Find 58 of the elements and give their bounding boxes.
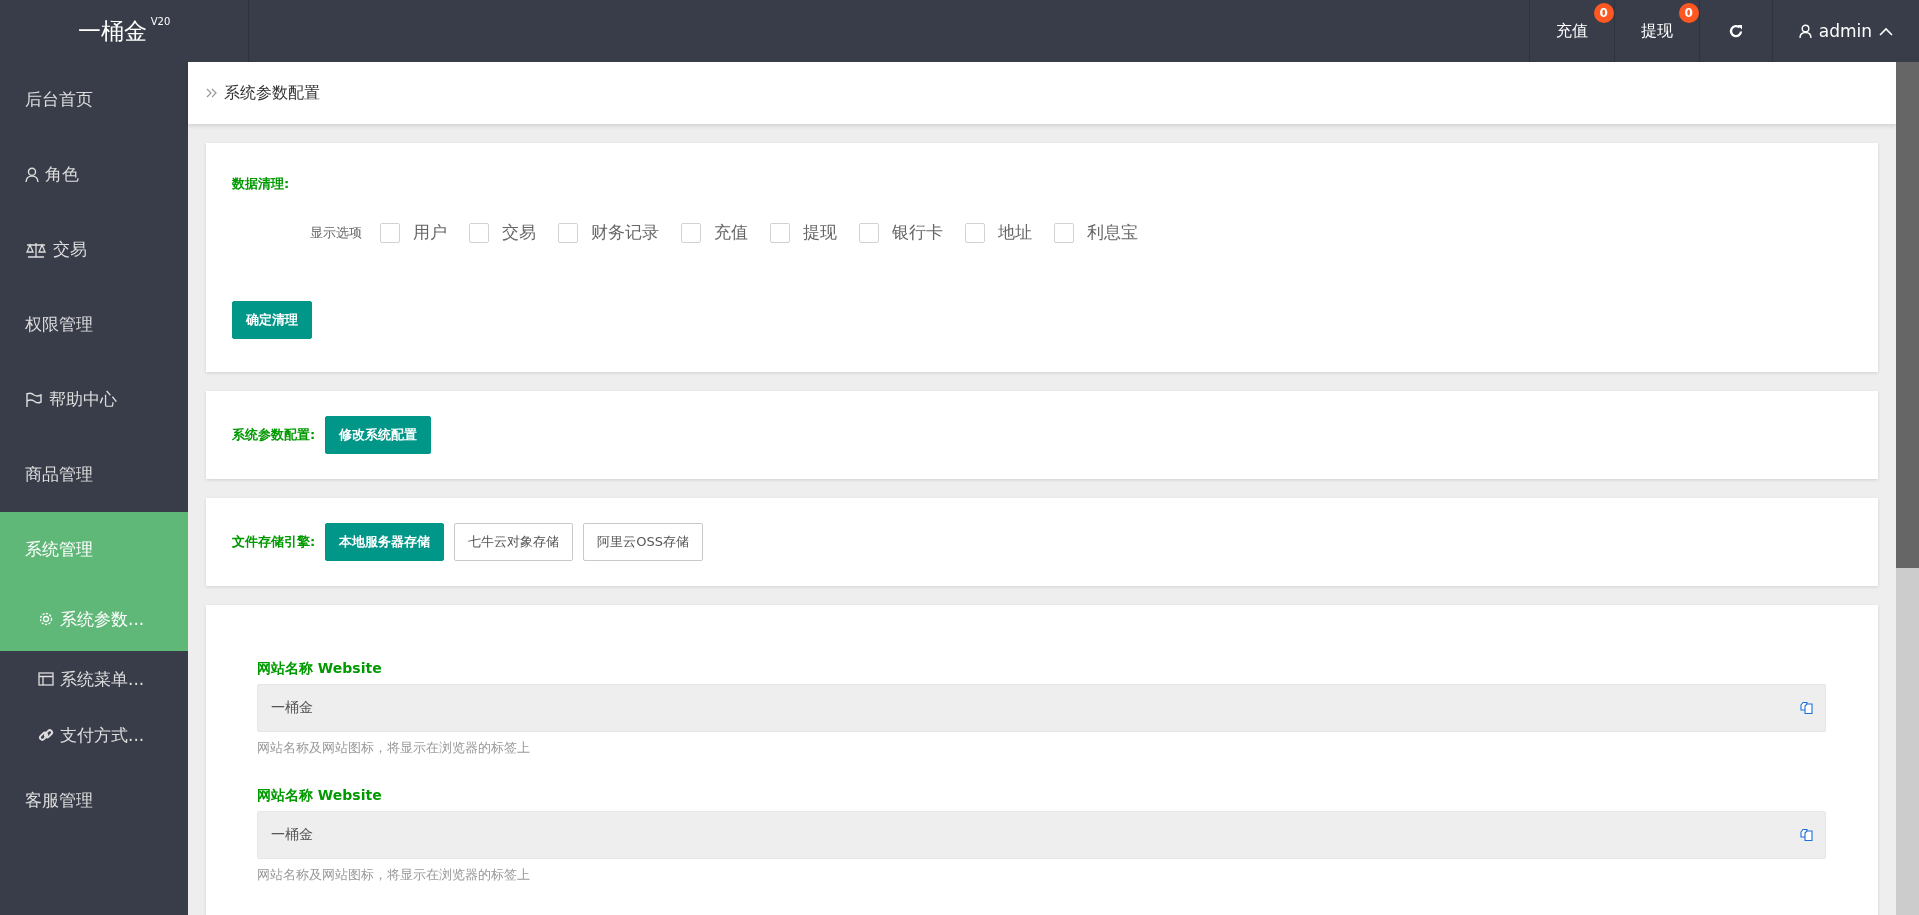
copy-icon[interactable] — [1800, 828, 1814, 842]
submenu-item[interactable]: 支付方式... — [0, 707, 188, 763]
storage-option-button[interactable]: 七牛云对象存储 — [454, 523, 574, 561]
copy-icon[interactable] — [1800, 701, 1814, 715]
checkbox[interactable] — [681, 222, 701, 243]
submenu-item[interactable]: 系统菜单... — [0, 651, 188, 707]
checkbox-label: 交易 — [502, 221, 536, 244]
sidebar-item[interactable]: 后台首页 — [0, 62, 188, 137]
count-badge: 0 — [1678, 3, 1699, 23]
field-label: 网站名称 Website — [257, 787, 383, 805]
user-icon — [1798, 24, 1812, 38]
user-icon — [25, 167, 39, 182]
checkbox[interactable] — [965, 222, 985, 243]
field-hint: 网站名称及网站图标，将显示在浏览器的标签上 — [257, 739, 531, 757]
sidebar-item[interactable]: 角色 — [0, 137, 188, 212]
checkbox-label: 财务记录 — [591, 221, 659, 244]
checkbox[interactable] — [770, 222, 790, 243]
window-icon — [38, 672, 54, 686]
confirm-clean-button[interactable]: 确定清理 — [232, 301, 312, 339]
sidebar-item[interactable]: 客服管理 — [0, 763, 188, 838]
checkbox[interactable] — [1054, 222, 1074, 243]
field-label: 网站名称 Website — [257, 660, 383, 678]
section-title: 系统参数配置: — [232, 426, 316, 444]
edit-config-button[interactable]: 修改系统配置 — [325, 416, 432, 454]
checkbox-label: 地址 — [998, 221, 1032, 244]
storage-option-button[interactable]: 阿里云OSS存储 — [583, 523, 703, 561]
section-title: 文件存储引擎: — [232, 533, 316, 551]
checkbox-label: 提现 — [803, 221, 837, 244]
checkbox[interactable] — [558, 222, 578, 243]
section-title: 数据清理: — [232, 175, 291, 193]
checkbox[interactable] — [380, 222, 400, 243]
checkbox-label: 银行卡 — [892, 221, 943, 244]
sidebar-item[interactable]: 商品管理 — [0, 437, 188, 512]
checkbox-label: 利息宝 — [1087, 221, 1138, 244]
sidebar-item[interactable]: 交易 — [0, 212, 188, 287]
checkbox-label: 充值 — [714, 221, 748, 244]
gear-icon — [38, 611, 54, 627]
flag-icon — [25, 391, 43, 408]
checkbox[interactable] — [859, 222, 879, 243]
version-label: V20 — [150, 16, 171, 27]
refresh-icon — [1727, 23, 1744, 39]
link-icon — [38, 727, 54, 743]
sidebar-item[interactable]: 权限管理 — [0, 287, 188, 362]
options-label: 显示选项 — [310, 223, 362, 242]
sidebar-item[interactable]: 帮助中心 — [0, 362, 188, 437]
double-chevron-icon — [206, 88, 218, 98]
logo-text: 一桶金 — [77, 16, 147, 46]
caret-icon — [1879, 26, 1893, 36]
count-badge: 0 — [1593, 3, 1614, 23]
input-field[interactable]: 一桶金 — [257, 684, 1826, 732]
field-hint: 网站名称及网站图标，将显示在浏览器的标签上 — [257, 866, 531, 884]
input-field[interactable]: 一桶金 — [257, 811, 1826, 859]
scrollbar[interactable] — [1896, 62, 1919, 915]
checkbox-label: 用户 — [413, 221, 447, 244]
storage-option-button[interactable]: 本地服务器存储 — [325, 523, 445, 561]
checkbox[interactable] — [469, 222, 489, 243]
scale-icon — [25, 241, 47, 258]
breadcrumb-text: 系统参数配置 — [224, 82, 320, 104]
